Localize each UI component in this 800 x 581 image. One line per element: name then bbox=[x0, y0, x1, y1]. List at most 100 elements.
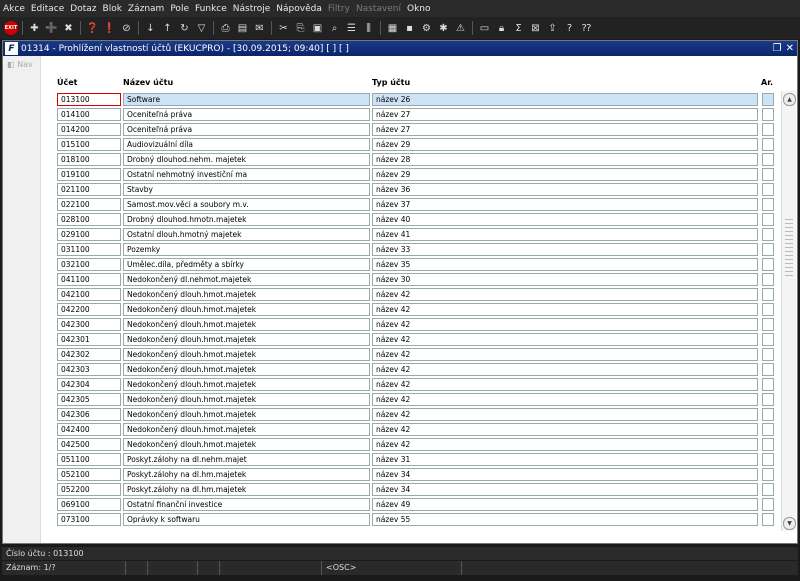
account-number-cell[interactable]: 042305 bbox=[57, 393, 121, 406]
account-number-cell[interactable]: 073100 bbox=[57, 513, 121, 526]
account-type-cell[interactable]: název 42 bbox=[372, 333, 758, 346]
archive-checkbox[interactable] bbox=[762, 108, 774, 121]
excel-icon[interactable]: ⊠ bbox=[528, 21, 543, 36]
tools-icon[interactable]: ✱ bbox=[436, 21, 451, 36]
account-number-cell[interactable]: 021100 bbox=[57, 183, 121, 196]
account-type-cell[interactable]: název 33 bbox=[372, 243, 758, 256]
account-type-cell[interactable]: název 42 bbox=[372, 348, 758, 361]
export-icon[interactable]: ⇪ bbox=[545, 21, 560, 36]
account-name-cell[interactable]: Nedokončený dlouh.hmot.majetek bbox=[123, 288, 370, 301]
account-type-cell[interactable]: název 31 bbox=[372, 453, 758, 466]
sort-ascending-icon[interactable]: ↓ bbox=[143, 21, 158, 36]
exit-icon[interactable]: EXIT bbox=[4, 21, 18, 35]
archive-checkbox[interactable] bbox=[762, 228, 774, 241]
archive-checkbox[interactable] bbox=[762, 363, 774, 376]
account-name-cell[interactable]: Nedokončený dl.nehmot.majetek bbox=[123, 273, 370, 286]
account-name-cell[interactable]: Nedokončený dlouh.hmot.majetek bbox=[123, 378, 370, 391]
refresh-icon[interactable]: ↻ bbox=[177, 21, 192, 36]
account-name-cell[interactable]: Nedokončený dlouh.hmot.majetek bbox=[123, 348, 370, 361]
account-number-cell[interactable]: 013100 bbox=[57, 93, 121, 106]
account-name-cell[interactable]: Nedokončený dlouh.hmot.majetek bbox=[123, 438, 370, 451]
menu-item[interactable]: Akce bbox=[0, 4, 28, 14]
calendar-icon[interactable]: ▦ bbox=[385, 21, 400, 36]
archive-checkbox[interactable] bbox=[762, 318, 774, 331]
archive-checkbox[interactable] bbox=[762, 258, 774, 271]
menu-item[interactable]: Okno bbox=[404, 4, 434, 14]
account-number-cell[interactable]: 031100 bbox=[57, 243, 121, 256]
scrollbar-grip[interactable] bbox=[785, 216, 793, 276]
account-number-cell[interactable]: 042400 bbox=[57, 423, 121, 436]
account-name-cell[interactable]: Nedokončený dlouh.hmot.majetek bbox=[123, 303, 370, 316]
archive-checkbox[interactable] bbox=[762, 93, 774, 106]
account-type-cell[interactable]: název 34 bbox=[372, 468, 758, 481]
account-name-cell[interactable]: Drobný dlouhod.hmotn.majetek bbox=[123, 213, 370, 226]
account-type-cell[interactable]: název 42 bbox=[372, 303, 758, 316]
account-number-cell[interactable]: 018100 bbox=[57, 153, 121, 166]
account-name-cell[interactable]: Poskyt.zálohy na dl.hm.majetek bbox=[123, 483, 370, 496]
menu-item[interactable]: Nástroje bbox=[230, 4, 274, 14]
lock-icon[interactable]: 🔒︎ bbox=[494, 21, 509, 36]
query-cancel-icon[interactable]: ⊘ bbox=[119, 21, 134, 36]
list-icon[interactable]: ☰ bbox=[344, 21, 359, 36]
archive-checkbox[interactable] bbox=[762, 213, 774, 226]
account-number-cell[interactable]: 042100 bbox=[57, 288, 121, 301]
account-name-cell[interactable]: Nedokončený dlouh.hmot.majetek bbox=[123, 408, 370, 421]
menu-item[interactable]: Pole bbox=[167, 4, 192, 14]
menu-item[interactable]: Záznam bbox=[125, 4, 167, 14]
context-help-icon[interactable]: ⁇ bbox=[579, 21, 594, 36]
account-name-cell[interactable]: Nedokončený dlouh.hmot.majetek bbox=[123, 393, 370, 406]
archive-checkbox[interactable] bbox=[762, 123, 774, 136]
paste-icon[interactable]: ▣ bbox=[310, 21, 325, 36]
help-icon[interactable]: ? bbox=[562, 21, 577, 36]
account-number-cell[interactable]: 028100 bbox=[57, 213, 121, 226]
account-name-cell[interactable]: Umělec.díla, předměty a sbírky bbox=[123, 258, 370, 271]
account-type-cell[interactable]: název 42 bbox=[372, 438, 758, 451]
archive-checkbox[interactable] bbox=[762, 348, 774, 361]
account-number-cell[interactable]: 042300 bbox=[57, 318, 121, 331]
archive-checkbox[interactable] bbox=[762, 468, 774, 481]
account-number-cell[interactable]: 052200 bbox=[57, 483, 121, 496]
archive-checkbox[interactable] bbox=[762, 393, 774, 406]
query-enter-icon[interactable]: ❓ bbox=[85, 21, 100, 36]
archive-checkbox[interactable] bbox=[762, 408, 774, 421]
close-icon[interactable]: ✕ bbox=[786, 43, 794, 54]
account-type-cell[interactable]: název 30 bbox=[372, 273, 758, 286]
account-number-cell[interactable]: 042302 bbox=[57, 348, 121, 361]
archive-checkbox[interactable] bbox=[762, 303, 774, 316]
archive-checkbox[interactable] bbox=[762, 243, 774, 256]
archive-checkbox[interactable] bbox=[762, 483, 774, 496]
account-name-cell[interactable]: Nedokončený dlouh.hmot.majetek bbox=[123, 333, 370, 346]
account-type-cell[interactable]: název 40 bbox=[372, 213, 758, 226]
archive-checkbox[interactable] bbox=[762, 333, 774, 346]
vertical-scrollbar[interactable]: ▲ ▼ bbox=[781, 91, 796, 531]
account-type-cell[interactable]: název 37 bbox=[372, 198, 758, 211]
account-type-cell[interactable]: název 55 bbox=[372, 513, 758, 526]
archive-checkbox[interactable] bbox=[762, 498, 774, 511]
account-type-cell[interactable]: název 42 bbox=[372, 423, 758, 436]
restore-icon[interactable]: ❐ bbox=[773, 43, 782, 54]
account-number-cell[interactable]: 042306 bbox=[57, 408, 121, 421]
warning-icon[interactable]: ⚠ bbox=[453, 21, 468, 36]
account-number-cell[interactable]: 014100 bbox=[57, 108, 121, 121]
archive-checkbox[interactable] bbox=[762, 168, 774, 181]
filter-icon[interactable]: ▽ bbox=[194, 21, 209, 36]
account-number-cell[interactable]: 015100 bbox=[57, 138, 121, 151]
account-name-cell[interactable]: Poskyt.zálohy na dl.hm.majetek bbox=[123, 468, 370, 481]
account-number-cell[interactable]: 042303 bbox=[57, 363, 121, 376]
account-type-cell[interactable]: název 49 bbox=[372, 498, 758, 511]
settings-icon[interactable]: ⚙ bbox=[419, 21, 434, 36]
account-name-cell[interactable]: Poskyt.zálohy na dl.nehm.majet bbox=[123, 453, 370, 466]
account-number-cell[interactable]: 051100 bbox=[57, 453, 121, 466]
menu-item[interactable]: Nápověda bbox=[273, 4, 325, 14]
account-type-cell[interactable]: název 42 bbox=[372, 408, 758, 421]
scroll-down-icon[interactable]: ▼ bbox=[783, 517, 796, 530]
account-name-cell[interactable]: Stavby bbox=[123, 183, 370, 196]
copy-icon[interactable]: ⎘ bbox=[293, 21, 308, 36]
archive-checkbox[interactable] bbox=[762, 198, 774, 211]
archive-checkbox[interactable] bbox=[762, 438, 774, 451]
account-name-cell[interactable]: Ostatní finanční investice bbox=[123, 498, 370, 511]
account-name-cell[interactable]: Samost.mov.věci a soubory m.v. bbox=[123, 198, 370, 211]
cut-icon[interactable]: ✂ bbox=[276, 21, 291, 36]
account-type-cell[interactable]: název 42 bbox=[372, 393, 758, 406]
account-number-cell[interactable]: 022100 bbox=[57, 198, 121, 211]
